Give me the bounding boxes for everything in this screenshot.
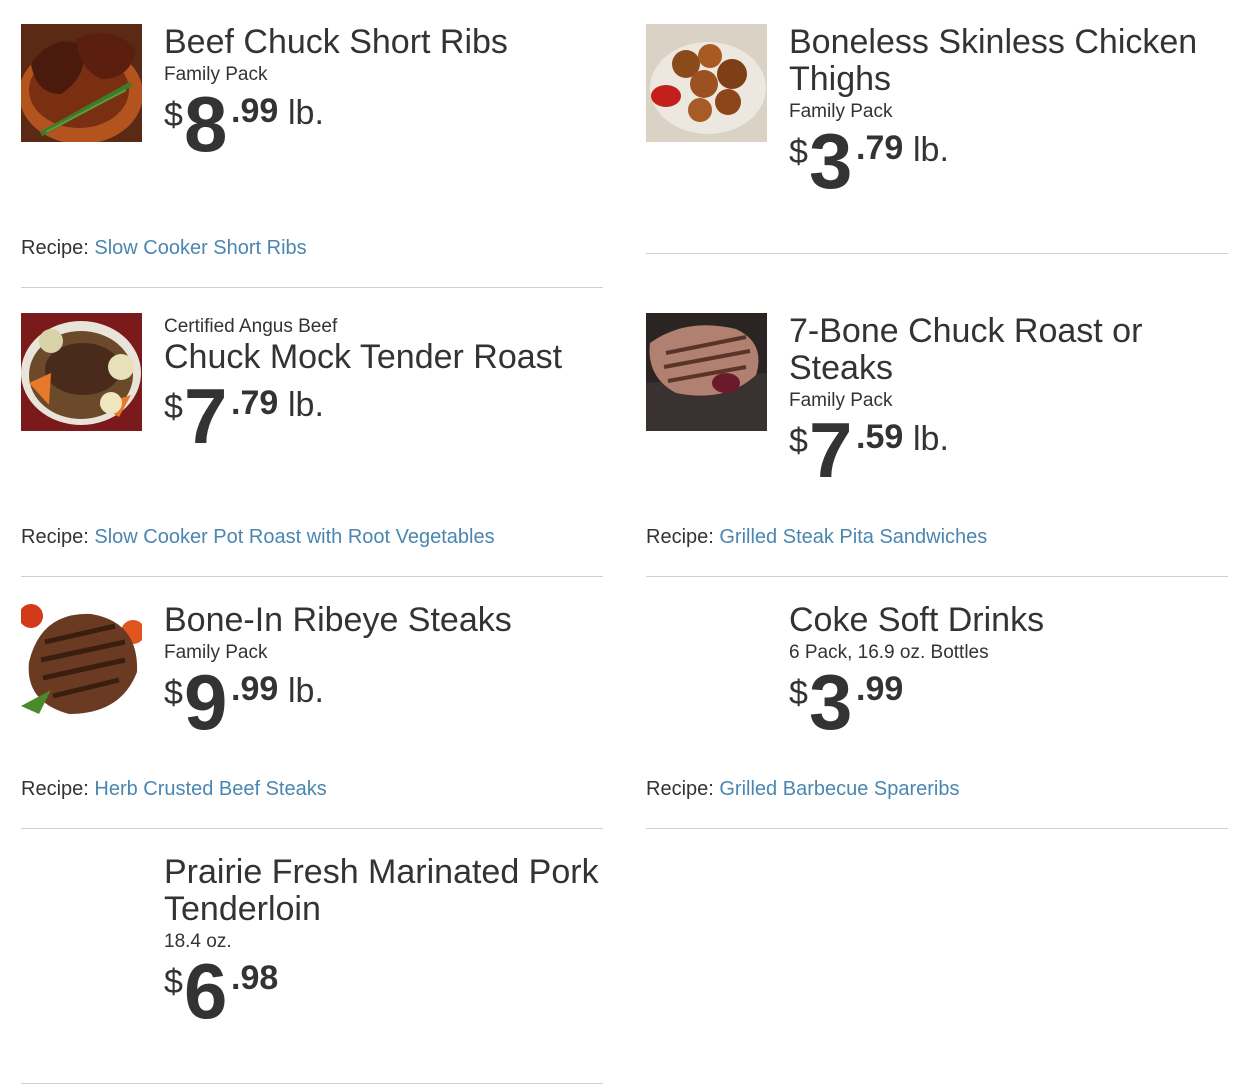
price-dollar: $ [789, 674, 808, 712]
recipe-line: Recipe: Herb Crusted Beef Steaks [21, 778, 327, 801]
price-whole: 9 [184, 658, 228, 746]
product-title[interactable]: Coke Soft Drinks [789, 602, 1228, 639]
product-info: Bone-In Ribeye Steaks Family Pack $ 9 .9… [164, 602, 603, 746]
recipe-link[interactable]: Slow Cooker Pot Roast with Root Vegetabl… [94, 526, 494, 548]
price-cents: .98 [231, 959, 279, 997]
product-title[interactable]: Beef Chuck Short Ribs [164, 24, 603, 61]
product-card-mock-tender-roast: Certified Angus Beef Chuck Mock Tender R… [21, 313, 603, 578]
price-dollar: $ [789, 133, 808, 171]
product-subtitle: 18.4 oz. [164, 931, 232, 952]
ribeye-photo[interactable] [21, 602, 142, 720]
price-dollar: $ [164, 96, 183, 134]
divider [646, 828, 1228, 829]
product-subtitle: Family Pack [164, 64, 268, 85]
recipe-line: Recipe: Slow Cooker Short Ribs [21, 237, 307, 260]
chicken-thighs-photo[interactable] [646, 24, 767, 142]
recipe-label: Recipe: [21, 237, 89, 259]
price-whole: 3 [809, 117, 853, 205]
product-title[interactable]: Boneless Skinless Chicken Thighs [789, 24, 1228, 98]
product-title[interactable]: Prairie Fresh Marinated Pork Tenderloin [164, 854, 603, 928]
product-subtitle: Family Pack [164, 642, 268, 663]
product-price: $ 7 .79 lb. [164, 376, 603, 460]
product-info: 7-Bone Chuck Roast or Steaks Family Pack… [789, 313, 1228, 494]
product-card-coke: Coke Soft Drinks 6 Pack, 16.9 oz. Bottle… [646, 602, 1228, 831]
price-unit: lb. [288, 94, 324, 132]
product-card-chicken-thighs: Boneless Skinless Chicken Thighs Family … [646, 24, 1228, 255]
product-info: Boneless Skinless Chicken Thighs Family … [789, 24, 1228, 205]
recipe-link[interactable]: Slow Cooker Short Ribs [94, 237, 306, 259]
product-title[interactable]: Bone-In Ribeye Steaks [164, 602, 603, 639]
product-price: $ 3 .79 lb. [789, 121, 1228, 205]
price-whole: 7 [184, 372, 228, 460]
product-subtitle: Family Pack [789, 101, 893, 122]
price-cents: .99 [231, 92, 279, 130]
divider [21, 576, 603, 577]
product-brand: Certified Angus Beef [164, 316, 338, 337]
price-dollar: $ [164, 963, 183, 1001]
product-title[interactable]: 7-Bone Chuck Roast or Steaks [789, 313, 1228, 387]
recipe-label: Recipe: [21, 526, 89, 548]
product-card-pork-tenderloin: Prairie Fresh Marinated Pork Tenderloin … [21, 854, 603, 1085]
divider [21, 828, 603, 829]
price-unit: lb. [913, 131, 949, 169]
product-subtitle: Family Pack [789, 390, 893, 411]
price-dollar: $ [164, 388, 183, 426]
divider [21, 287, 603, 288]
recipe-line: Recipe: Grilled Steak Pita Sandwiches [646, 526, 987, 549]
recipe-label: Recipe: [646, 526, 714, 548]
product-info: Beef Chuck Short Ribs Family Pack $ 8 .9… [164, 24, 603, 168]
product-card-short-ribs: Beef Chuck Short Ribs Family Pack $ 8 .9… [21, 24, 603, 289]
price-dollar: $ [789, 422, 808, 460]
recipe-label: Recipe: [21, 778, 89, 800]
recipe-link[interactable]: Grilled Steak Pita Sandwiches [719, 526, 987, 548]
product-price: $ 6 .98 [164, 951, 603, 1035]
grilled-steak-photo[interactable] [646, 313, 767, 431]
product-subtitle: 6 Pack, 16.9 oz. Bottles [789, 642, 989, 663]
product-info: Prairie Fresh Marinated Pork Tenderloin … [164, 854, 603, 1035]
product-price: $ 9 .99 lb. [164, 662, 603, 746]
price-whole: 6 [184, 947, 228, 1035]
price-whole: 8 [184, 80, 228, 168]
price-unit: lb. [913, 420, 949, 458]
short-ribs-photo[interactable] [21, 24, 142, 142]
divider [21, 1083, 603, 1084]
product-price: $ 3 .99 [789, 662, 1228, 746]
product-card-7-bone-chuck: 7-Bone Chuck Roast or Steaks Family Pack… [646, 313, 1228, 578]
price-cents: .59 [856, 418, 904, 456]
price-dollar: $ [164, 674, 183, 712]
recipe-line: Recipe: Slow Cooker Pot Roast with Root … [21, 526, 495, 549]
recipe-link[interactable]: Herb Crusted Beef Steaks [94, 778, 326, 800]
product-price: $ 7 .59 lb. [789, 410, 1228, 494]
recipe-label: Recipe: [646, 778, 714, 800]
recipe-line: Recipe: Grilled Barbecue Spareribs [646, 778, 960, 801]
price-cents: .99 [231, 670, 279, 708]
price-whole: 7 [809, 406, 853, 494]
price-whole: 3 [809, 658, 853, 746]
recipe-link[interactable]: Grilled Barbecue Spareribs [719, 778, 959, 800]
divider [646, 576, 1228, 577]
pot-roast-photo[interactable] [21, 313, 142, 431]
product-info: Certified Angus Beef Chuck Mock Tender R… [164, 313, 603, 460]
divider [646, 253, 1228, 254]
price-cents: .79 [231, 384, 279, 422]
product-price: $ 8 .99 lb. [164, 84, 603, 168]
price-unit: lb. [288, 672, 324, 710]
product-info: Coke Soft Drinks 6 Pack, 16.9 oz. Bottle… [789, 602, 1228, 746]
price-unit: lb. [288, 386, 324, 424]
product-title[interactable]: Chuck Mock Tender Roast [164, 339, 603, 376]
price-cents: .79 [856, 129, 904, 167]
price-cents: .99 [856, 670, 904, 708]
product-card-ribeye: Bone-In Ribeye Steaks Family Pack $ 9 .9… [21, 602, 603, 831]
